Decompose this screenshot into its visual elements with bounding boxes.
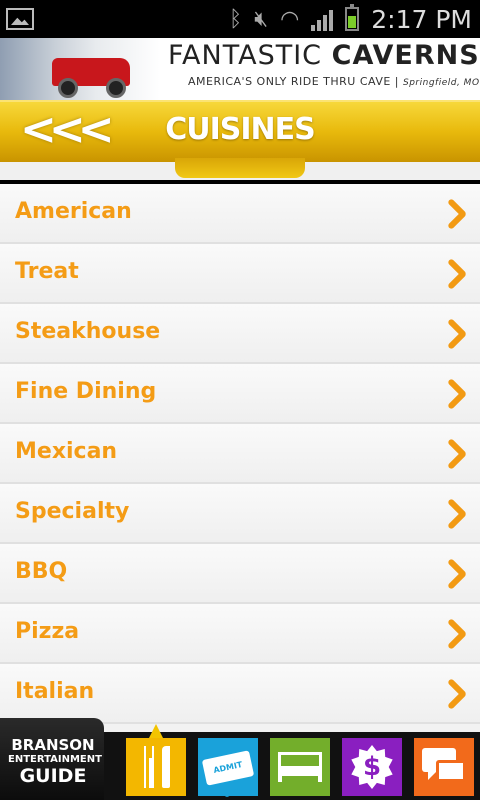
status-bar: ᛒ 🔇︎ ◠ 2:17 PM bbox=[0, 0, 480, 38]
page-header: <<< CUISINES bbox=[0, 100, 480, 180]
list-item[interactable]: Italian bbox=[0, 664, 480, 724]
list-item-label: Pizza bbox=[15, 619, 80, 644]
list-item-label: Mexican bbox=[15, 439, 118, 464]
nav-shows-button[interactable]: ADMIT ONE bbox=[198, 738, 258, 799]
list-item[interactable]: Pizza bbox=[0, 604, 480, 664]
fork-knife-icon bbox=[142, 746, 172, 788]
list-item[interactable]: Mexican bbox=[0, 424, 480, 484]
chevron-right-icon bbox=[446, 498, 464, 528]
wifi-icon: ◠ bbox=[280, 6, 300, 32]
list-item[interactable]: Steakhouse bbox=[0, 304, 480, 364]
nav-chat-button[interactable] bbox=[414, 738, 474, 796]
ticket-icon: ADMIT ONE bbox=[201, 750, 255, 799]
list-item-label: Specialty bbox=[15, 499, 130, 524]
chevron-right-icon bbox=[446, 558, 464, 588]
bed-icon bbox=[278, 752, 322, 782]
mute-icon: 🔇︎ bbox=[254, 6, 269, 32]
list-item[interactable]: Treat bbox=[0, 244, 480, 304]
battery-icon bbox=[345, 4, 360, 31]
ad-banner[interactable]: FANTASTIC CAVERNS AMERICA'S ONLY RIDE TH… bbox=[0, 38, 480, 100]
list-item-label: Fine Dining bbox=[15, 379, 157, 404]
list-item-label: Treat bbox=[15, 259, 79, 284]
list-item-label: Steakhouse bbox=[15, 319, 161, 344]
image-icon bbox=[6, 8, 34, 30]
bluetooth-icon: ᛒ bbox=[228, 6, 243, 32]
cuisine-list: American Treat Steakhouse Fine Dining Me… bbox=[0, 184, 480, 732]
bottom-nav: BRANSON ENTERTAINMENT GUIDE ADMIT ONE $ bbox=[0, 718, 480, 800]
chevron-right-icon bbox=[446, 378, 464, 408]
nav-lodging-button[interactable] bbox=[270, 738, 330, 796]
chevron-right-icon bbox=[446, 198, 464, 228]
list-item-label: BBQ bbox=[15, 559, 68, 584]
ad-jeep-photo bbox=[0, 38, 160, 100]
list-item[interactable]: American bbox=[0, 184, 480, 244]
list-item[interactable]: BBQ bbox=[0, 544, 480, 604]
list-item-label: Italian bbox=[15, 679, 95, 704]
chevron-right-icon bbox=[446, 318, 464, 348]
chevron-right-icon bbox=[446, 618, 464, 648]
nav-deals-button[interactable]: $ bbox=[342, 738, 402, 796]
ad-tagline: AMERICA'S ONLY RIDE THRU CAVE | Springfi… bbox=[188, 75, 480, 88]
chevron-right-icon bbox=[446, 258, 464, 288]
list-item-label: American bbox=[15, 199, 132, 224]
status-time: 2:17 PM bbox=[371, 4, 472, 34]
list-item[interactable]: Fine Dining bbox=[0, 364, 480, 424]
chevron-right-icon bbox=[446, 438, 464, 468]
list-item[interactable]: Specialty bbox=[0, 484, 480, 544]
nav-dining-button[interactable] bbox=[126, 738, 186, 796]
page-title: CUISINES bbox=[165, 112, 316, 147]
signal-icon bbox=[311, 7, 334, 31]
chevron-right-icon bbox=[446, 678, 464, 708]
ad-title: FANTASTIC CAVERNS bbox=[168, 40, 480, 71]
brand-logo[interactable]: BRANSON ENTERTAINMENT GUIDE bbox=[0, 718, 104, 800]
